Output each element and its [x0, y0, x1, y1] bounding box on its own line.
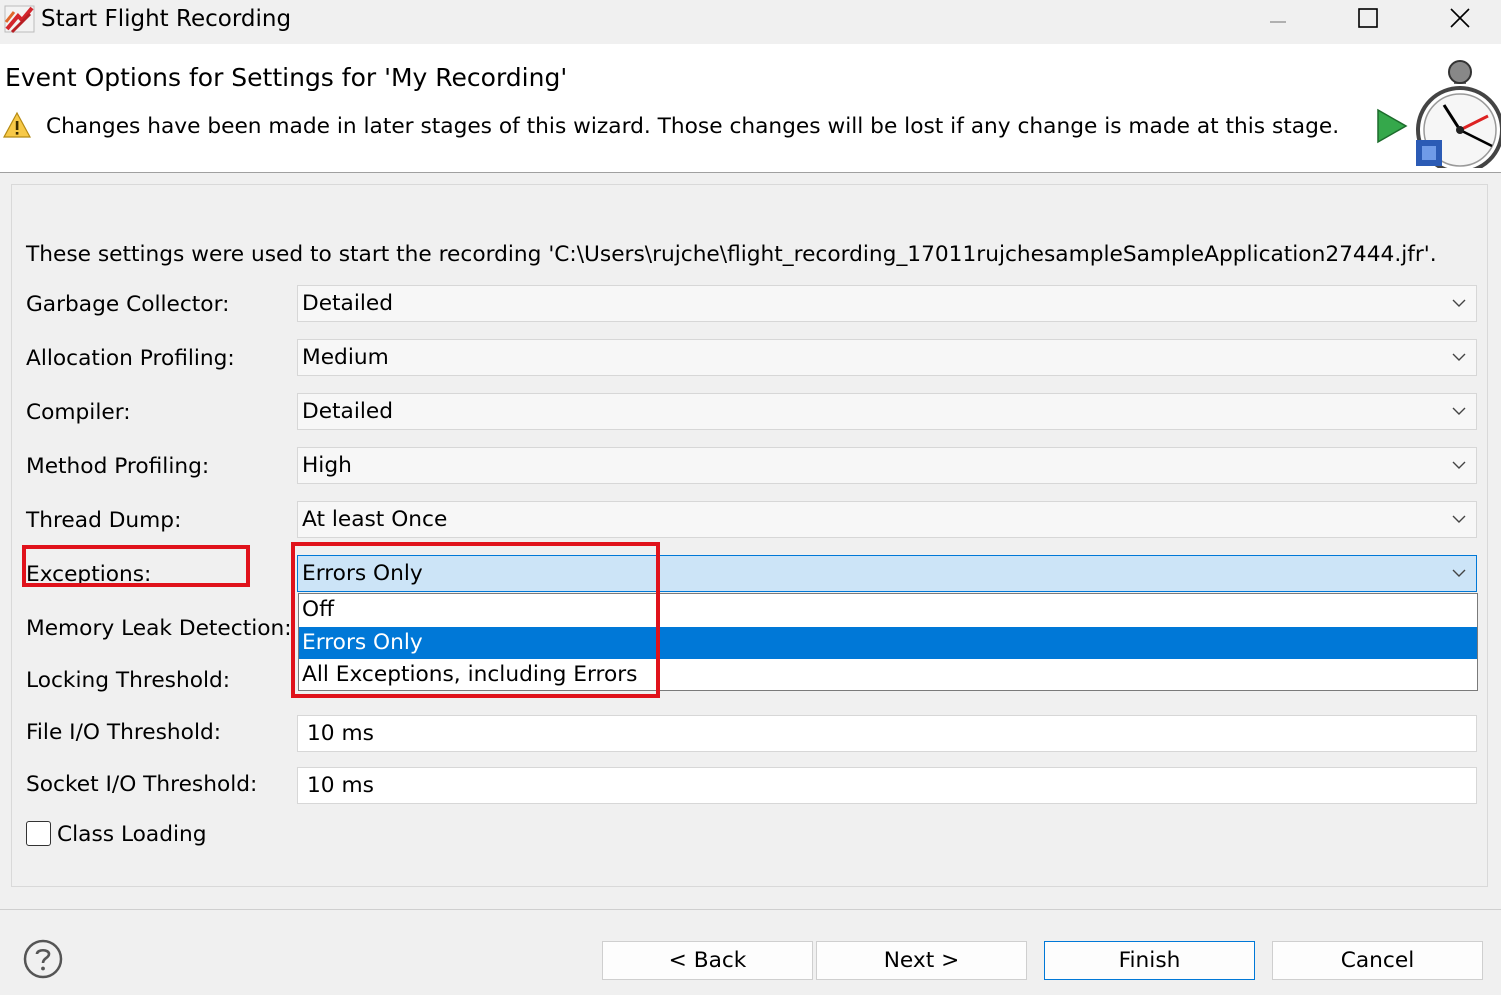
minimize-button[interactable]: [1233, 0, 1323, 36]
socket-io-threshold-value: 10 ms: [307, 773, 374, 798]
file-io-threshold-label: File I/O Threshold:: [26, 720, 222, 745]
flight-recorder-stopwatch-icon: [1376, 50, 1501, 174]
maximize-button[interactable]: [1323, 0, 1413, 36]
event-options-group: These settings were used to start the re…: [11, 184, 1488, 887]
recording-settings-intro: These settings were used to start the re…: [26, 242, 1437, 267]
garbage-collector-value: Detailed: [302, 291, 393, 316]
minimize-icon: [1270, 21, 1286, 23]
warning-icon: [2, 110, 32, 140]
allocation-profiling-label: Allocation Profiling:: [26, 346, 235, 371]
garbage-collector-select[interactable]: Detailed: [297, 285, 1477, 322]
thread-dump-select[interactable]: At least Once: [297, 501, 1477, 538]
help-icon[interactable]: [22, 938, 64, 980]
method-profiling-value: High: [302, 453, 352, 478]
chevron-down-icon: [1452, 515, 1466, 523]
socket-io-threshold-label: Socket I/O Threshold:: [26, 772, 258, 797]
chevron-down-icon: [1452, 353, 1466, 361]
warning-message: Changes have been made in later stages o…: [46, 114, 1340, 139]
chevron-down-icon: [1452, 461, 1466, 469]
compiler-value: Detailed: [302, 399, 393, 424]
highlight-box-exceptions-label: [22, 545, 250, 587]
title-bar: Start Flight Recording: [0, 0, 1501, 44]
back-button[interactable]: < Back: [602, 941, 813, 980]
page-title: Event Options for Settings for 'My Recor…: [5, 63, 568, 92]
chevron-down-icon: [1452, 569, 1466, 577]
wizard-header: Event Options for Settings for 'My Recor…: [0, 44, 1501, 174]
locking-threshold-label: Locking Threshold:: [26, 668, 231, 693]
thread-dump-value: At least Once: [302, 507, 448, 532]
allocation-profiling-value: Medium: [302, 345, 389, 370]
maximize-icon: [1358, 8, 1378, 28]
method-profiling-select[interactable]: High: [297, 447, 1477, 484]
window-title: Start Flight Recording: [41, 6, 292, 32]
thread-dump-label: Thread Dump:: [26, 508, 182, 533]
compiler-select[interactable]: Detailed: [297, 393, 1477, 430]
memory-leak-detection-label: Memory Leak Detection:: [26, 616, 292, 641]
chevron-down-icon: [1452, 299, 1466, 307]
flight-recorder-app-icon: [4, 4, 36, 34]
highlight-box-exceptions-options: [291, 542, 660, 698]
class-loading-checkbox[interactable]: [26, 821, 51, 846]
compiler-label: Compiler:: [26, 400, 131, 425]
allocation-profiling-select[interactable]: Medium: [297, 339, 1477, 376]
next-button[interactable]: Next >: [816, 941, 1027, 980]
separator: [0, 909, 1501, 910]
finish-button[interactable]: Finish: [1044, 941, 1255, 980]
garbage-collector-label: Garbage Collector:: [26, 292, 230, 317]
file-io-threshold-value: 10 ms: [307, 721, 374, 746]
method-profiling-label: Method Profiling:: [26, 454, 210, 479]
class-loading-label: Class Loading: [57, 822, 207, 847]
close-button[interactable]: [1415, 0, 1501, 36]
chevron-down-icon: [1452, 407, 1466, 415]
socket-io-threshold-input[interactable]: 10 ms: [297, 767, 1477, 804]
file-io-threshold-input[interactable]: 10 ms: [297, 715, 1477, 752]
close-icon: [1450, 8, 1470, 28]
cancel-button[interactable]: Cancel: [1272, 941, 1483, 980]
